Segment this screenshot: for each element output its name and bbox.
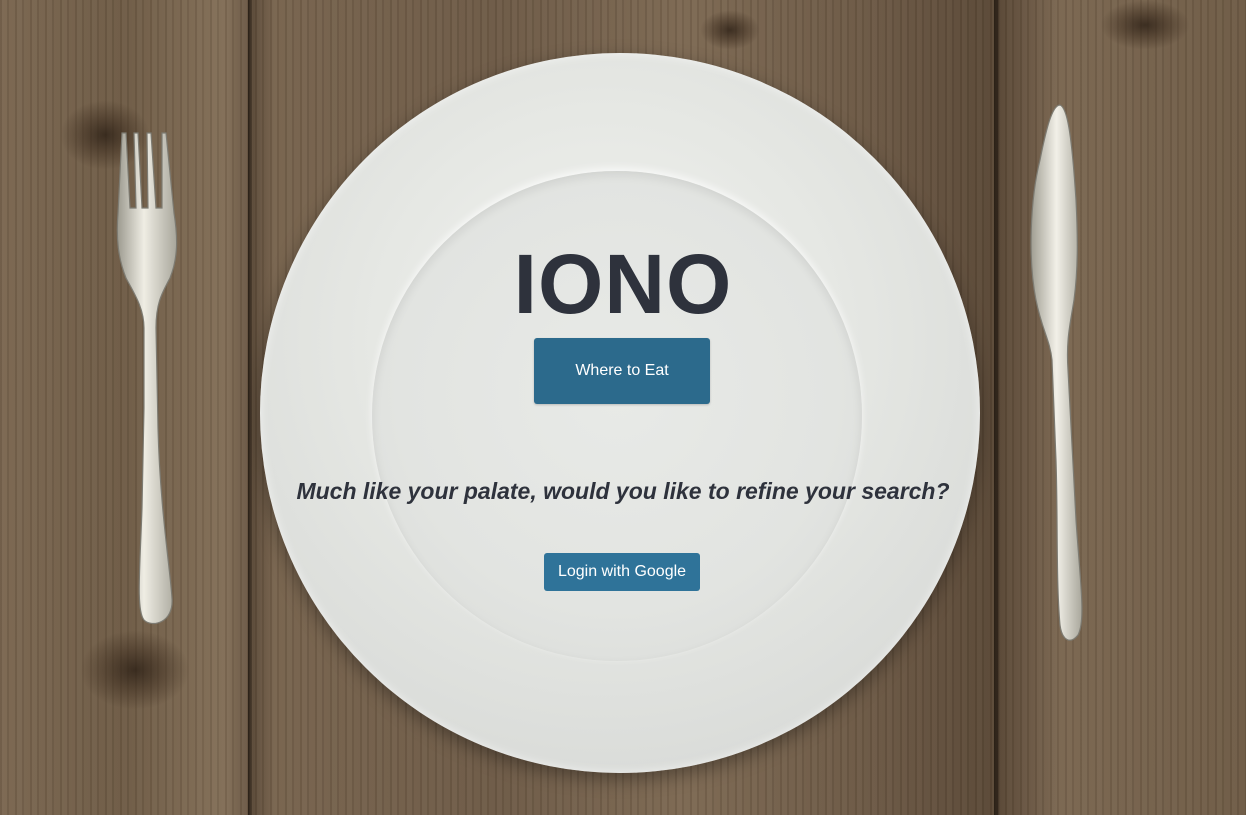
wood-knot	[1100, 0, 1190, 50]
knife-icon	[1030, 104, 1083, 641]
where-to-eat-button[interactable]: Where to Eat	[534, 338, 710, 404]
app-title: IONO	[513, 237, 733, 331]
plank-seam	[994, 0, 998, 815]
tagline-text: Much like your palate, would you like to…	[296, 478, 950, 504]
wood-knot	[700, 10, 760, 50]
plate-image	[260, 53, 980, 773]
login-with-google-button[interactable]: Login with Google	[544, 553, 700, 591]
fork-icon	[116, 132, 178, 625]
plank-seam	[248, 0, 252, 815]
wood-knot	[80, 630, 190, 710]
